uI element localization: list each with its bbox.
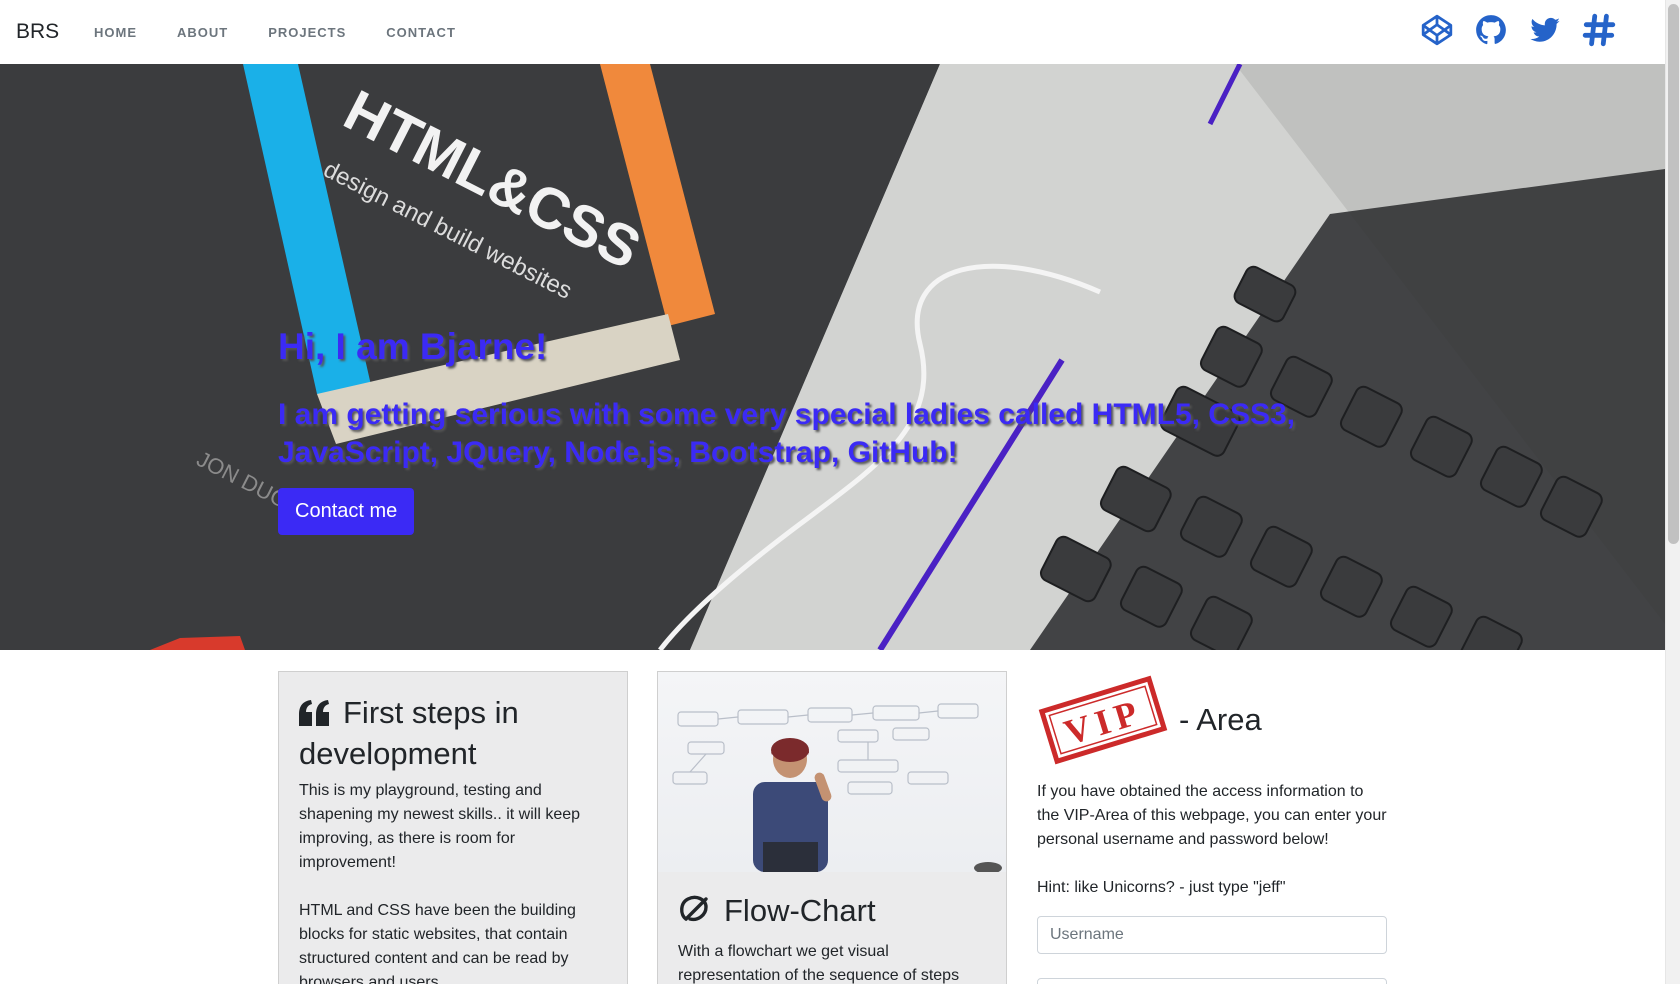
vip-title: - Area xyxy=(1179,702,1262,737)
card-paragraph: This is my playground, testing and shape… xyxy=(299,782,581,871)
quote-icon xyxy=(299,697,329,735)
nav-links: HOME ABOUT PROJECTS CONTACT xyxy=(76,0,478,64)
username-input[interactable] xyxy=(1037,916,1387,954)
hero-banner: HTML&CSS design and build websites JON D… xyxy=(0,64,1665,650)
vip-area: VIP - Area If you have obtained the acce… xyxy=(1037,672,1389,984)
scrollbar-thumb[interactable] xyxy=(1668,4,1679,544)
page-scrollbar[interactable] xyxy=(1665,0,1680,984)
nav-link-about[interactable]: ABOUT xyxy=(159,25,246,40)
hero-title: Hi, I am Bjarne! xyxy=(278,326,548,367)
hero-content: Hi, I am Bjarne! I am getting serious wi… xyxy=(278,326,1398,535)
vip-stamp-image: VIP xyxy=(1038,675,1168,765)
nav-link-home[interactable]: HOME xyxy=(76,25,155,40)
vip-header: VIP - Area xyxy=(1037,672,1389,768)
vip-description: If you have obtained the access informat… xyxy=(1037,783,1387,848)
card-title: Flow-Chart xyxy=(678,892,986,934)
brand-logo[interactable]: BRS xyxy=(16,20,59,44)
github-icon[interactable] xyxy=(1473,12,1509,48)
nav-link-projects[interactable]: PROJECTS xyxy=(250,25,364,40)
card-title-text: First steps in development xyxy=(299,695,519,771)
card-first-steps: First steps in development This is my pl… xyxy=(278,671,628,984)
social-icons xyxy=(1419,12,1617,48)
codepen-icon[interactable] xyxy=(1419,12,1455,48)
hashtag-icon[interactable] xyxy=(1581,12,1617,48)
card-image-whiteboard xyxy=(658,672,1006,872)
nav-link-contact[interactable]: CONTACT xyxy=(368,25,474,40)
vip-hint: Hint: like Unicorns? - just type "jeff" xyxy=(1037,879,1286,896)
card-paragraph: With a flowchart we get visual represent… xyxy=(678,943,960,984)
flow-icon xyxy=(678,893,710,934)
navbar: BRS HOME ABOUT PROJECTS CONTACT xyxy=(0,0,1665,64)
twitter-icon[interactable] xyxy=(1527,12,1563,48)
card-paragraph: HTML and CSS have been the building bloc… xyxy=(299,902,576,984)
contact-me-button[interactable]: Contact me xyxy=(278,488,415,535)
card-flow-chart: Flow-Chart With a flowchart we get visua… xyxy=(657,671,1007,984)
hero-subtitle: I am getting serious with some very spec… xyxy=(278,398,1296,469)
card-title-text: Flow-Chart xyxy=(724,893,876,928)
password-input[interactable] xyxy=(1037,978,1387,984)
card-title: First steps in development xyxy=(299,694,607,773)
